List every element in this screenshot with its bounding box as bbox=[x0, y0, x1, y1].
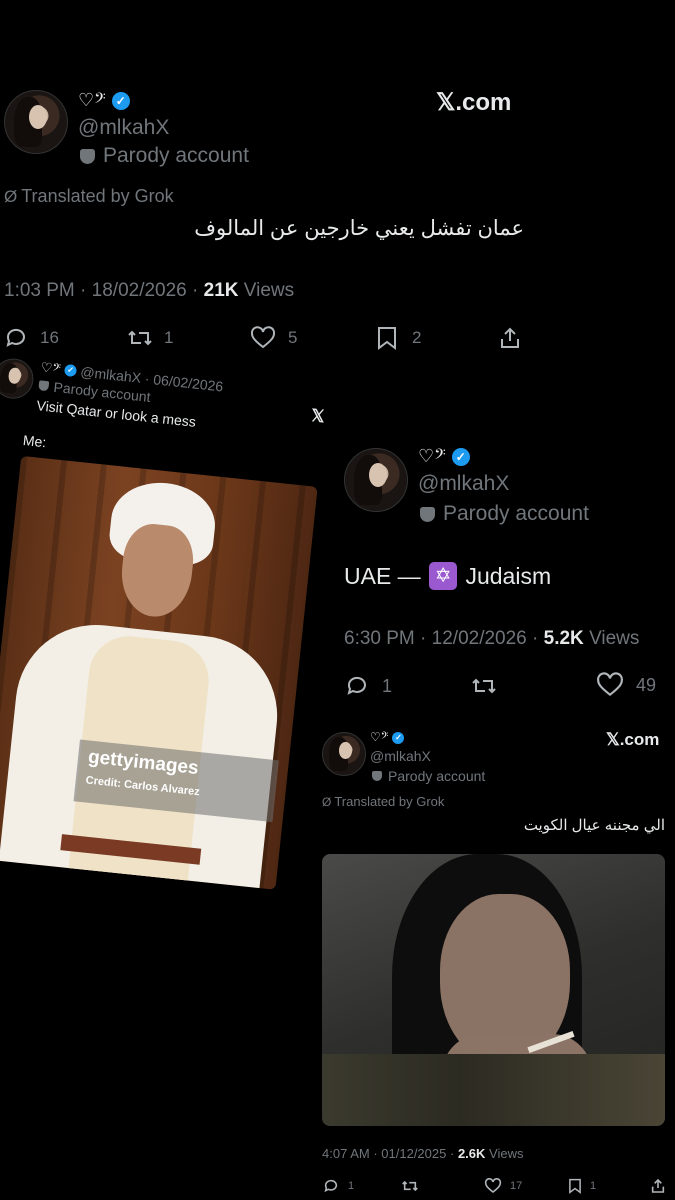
bookmark-count: 1 bbox=[590, 1180, 597, 1192]
display-name-glyph: ♡𝄢 bbox=[418, 446, 446, 466]
tweet-time[interactable]: 4:07 AM bbox=[322, 1146, 370, 1161]
views-count: 2.6K bbox=[457, 1146, 486, 1161]
heart-icon bbox=[597, 672, 623, 697]
share-button[interactable] bbox=[650, 1178, 666, 1194]
tweet-date[interactable]: 01/12/2025 bbox=[381, 1146, 446, 1161]
username[interactable]: @mlkahX bbox=[418, 472, 509, 496]
repost-icon bbox=[472, 678, 496, 694]
views-count: 5.2K bbox=[543, 628, 584, 649]
reply-icon bbox=[347, 676, 366, 695]
reply-button[interactable]: 16 bbox=[4, 326, 59, 350]
share-button[interactable] bbox=[498, 326, 522, 350]
like-count: 17 bbox=[510, 1180, 523, 1192]
like-button[interactable]: 17 bbox=[484, 1178, 522, 1194]
reply-button[interactable]: 1 bbox=[322, 1178, 354, 1194]
tweet-text: الي مجننه عيال الكويت bbox=[523, 817, 665, 834]
tweet-text-pre: UAE — bbox=[344, 562, 428, 589]
display-name-glyph: ♡𝄢 bbox=[78, 90, 106, 110]
translate-icon: Ø bbox=[4, 186, 18, 206]
verified-badge-icon: ✓ bbox=[392, 731, 405, 744]
verified-badge-icon: ✓ bbox=[451, 447, 470, 466]
translated-by-label: Translated by Grok bbox=[334, 794, 445, 809]
x-com-watermark: 𝕏.com bbox=[436, 89, 512, 116]
display-name-glyph: ♡𝄢 bbox=[39, 359, 62, 377]
tweet-4: ♡𝄢 ✓ @mlkahX Parody account 𝕏.com Ø Tran… bbox=[322, 730, 666, 1194]
uniform bbox=[322, 1054, 665, 1126]
verified-badge-icon: ✓ bbox=[63, 363, 78, 378]
avatar[interactable] bbox=[0, 356, 36, 401]
reply-count: 1 bbox=[382, 675, 393, 696]
parody-mask-icon bbox=[80, 148, 95, 164]
like-count: 5 bbox=[288, 328, 298, 347]
parody-mask-icon bbox=[420, 506, 435, 522]
avatar[interactable] bbox=[322, 732, 366, 776]
bookmark-button[interactable]: 2 bbox=[376, 326, 421, 350]
reply-icon bbox=[324, 1179, 338, 1193]
repost-icon bbox=[128, 330, 152, 346]
repost-button[interactable]: 1 bbox=[126, 326, 173, 350]
tweet-date[interactable]: 18/02/2026 bbox=[92, 280, 187, 301]
tweet-text: UAE — ✡ Judaism bbox=[344, 562, 551, 590]
parody-mask-icon bbox=[38, 380, 50, 392]
tweet-text-post: Judaism bbox=[459, 562, 552, 589]
username[interactable]: @mlkahX bbox=[78, 116, 169, 140]
views-count: 21K bbox=[203, 280, 239, 301]
repost-button[interactable] bbox=[470, 674, 498, 698]
parody-label: Parody account bbox=[103, 144, 249, 167]
verified-badge-icon: ✓ bbox=[111, 91, 130, 110]
share-icon bbox=[651, 1178, 665, 1193]
tweet-3: ♡𝄢 ✓ @mlkahX Parody account UAE — ✡ Juda… bbox=[340, 438, 675, 708]
repost-icon bbox=[402, 1180, 418, 1192]
repost-count: 1 bbox=[164, 328, 174, 347]
tweet-time[interactable]: 6:30 PM bbox=[344, 628, 415, 649]
parody-mask-icon bbox=[372, 771, 382, 781]
heart-icon bbox=[250, 326, 276, 349]
translate-icon: Ø bbox=[322, 794, 332, 809]
star-of-david-emoji: ✡ bbox=[429, 562, 458, 590]
heart-icon bbox=[484, 1178, 502, 1194]
repost-button[interactable] bbox=[400, 1178, 420, 1194]
views-label: Views bbox=[589, 628, 640, 649]
getty-logo: gettyimages bbox=[87, 746, 200, 780]
views-label: Views bbox=[489, 1146, 524, 1161]
bookmark-button[interactable]: 1 bbox=[568, 1178, 596, 1194]
username[interactable]: @mlkahX bbox=[370, 748, 431, 764]
bookmark-count: 2 bbox=[412, 328, 422, 347]
share-icon bbox=[501, 327, 519, 348]
x-logo-icon: 𝕏 bbox=[310, 405, 326, 427]
bookmark-icon bbox=[569, 1178, 581, 1194]
tweet-photo[interactable] bbox=[322, 854, 665, 1126]
reply-count: 1 bbox=[348, 1180, 355, 1192]
reply-button[interactable]: 1 bbox=[344, 674, 392, 698]
tweet-text: عمان تفشل يعني خارجين عن المالوف bbox=[194, 217, 524, 240]
me-label: Me: bbox=[22, 431, 48, 451]
like-count: 49 bbox=[636, 674, 657, 695]
tweet-1: ♡𝄢 ✓ @mlkahX Parody account 𝕏.com Ø Tran… bbox=[0, 80, 675, 360]
parody-label: Parody account bbox=[388, 768, 486, 784]
x-com-watermark: 𝕏.com bbox=[606, 730, 660, 749]
reply-icon bbox=[6, 328, 25, 347]
tweet-time[interactable]: 1:03 PM bbox=[4, 280, 75, 301]
translated-by-label: Translated by Grok bbox=[21, 186, 174, 206]
avatar[interactable] bbox=[4, 90, 68, 154]
reply-count: 16 bbox=[40, 328, 59, 347]
tweet-date[interactable]: 12/02/2026 bbox=[432, 628, 527, 649]
parody-label: Parody account bbox=[443, 502, 589, 525]
display-name-glyph: ♡𝄢 bbox=[370, 730, 389, 744]
tweet-photo[interactable]: gettyimages Credit: Carlos Alvarez bbox=[0, 455, 318, 890]
views-label: Views bbox=[243, 280, 295, 301]
like-button[interactable]: 5 bbox=[250, 326, 297, 350]
tweet-2-card: ♡𝄢 ✓ @mlkahX · 06/02/2026 Parody account… bbox=[0, 352, 334, 901]
tweet-text: Visit Qatar or look a mess bbox=[35, 397, 197, 430]
bookmark-icon bbox=[378, 327, 396, 350]
like-button[interactable]: 49 bbox=[596, 672, 656, 698]
avatar[interactable] bbox=[344, 448, 408, 512]
